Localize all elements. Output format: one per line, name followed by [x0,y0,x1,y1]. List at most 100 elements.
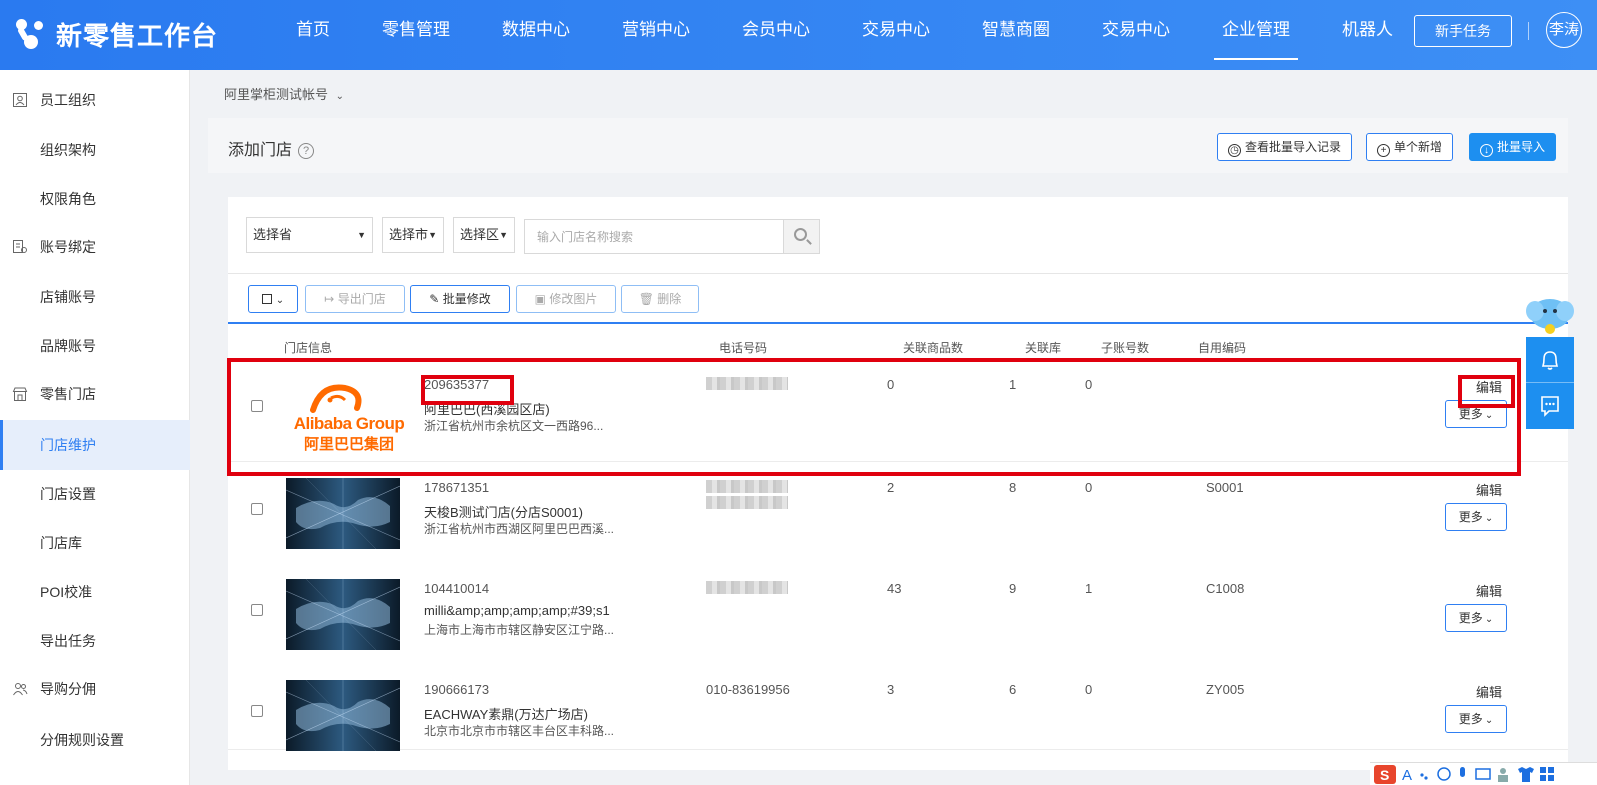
highlight-edit-box [1458,375,1515,408]
nav-item[interactable]: 数据中心 [494,0,578,70]
store-name[interactable]: EACHWAY素鼎(万达广场店) [424,704,588,723]
app-logo[interactable]: 新零售工作台 [14,16,218,52]
library-count: 9 [1009,581,1017,596]
col-header-library: 关联库 [1025,341,1062,355]
logo-icon [14,17,48,51]
world-map-image [286,680,400,751]
nav-item[interactable]: 营销中心 [614,0,698,70]
page-title-text: 添加门店 [228,142,293,159]
sidebar-item-poi[interactable]: POI校准 [0,567,190,617]
sidebar-group-staff[interactable]: 员工组织 [0,75,190,125]
sidebar-group-account[interactable]: 账号绑定 [0,222,190,272]
store-name[interactable]: milli&amp;amp;amp;amp;#39;s1 [424,603,610,618]
row-checkbox[interactable] [251,705,263,717]
sidebar-item-brand-account[interactable]: 品牌账号 [0,321,190,371]
batch-import-button[interactable]: ↓ 批量导入 [1469,133,1557,161]
main-nav: 首页 零售管理 数据中心 营销中心 会员中心 交易中心 智慧商圈 交易中心 企业管理 机器人 [270,0,1419,70]
province-select[interactable]: 选择省 ▼ [246,217,373,253]
user-avatar[interactable]: 李涛 [1546,12,1582,48]
store-image [286,579,400,650]
checkbox-icon [261,294,272,304]
sidebar-item-org[interactable]: 组织架构 [0,125,190,175]
sidebar-item-roles[interactable]: 权限角色 [0,174,190,224]
divider [228,273,1568,274]
col-header-sub-accounts: 子账号数 [1101,341,1150,355]
new-task-button[interactable]: 新手任务 [1414,15,1512,47]
nav-item[interactable]: 零售管理 [374,0,458,70]
sidebar-group-store[interactable]: 零售门店 [0,369,190,419]
sidebar-group-guide[interactable]: 导购分佣 [0,664,190,714]
account-switcher[interactable]: 阿里掌柜测试帐号 ⌄ [224,84,344,103]
edit-link[interactable]: 编辑 [1476,480,1502,499]
delete-button[interactable]: 🗑 删除 [621,285,699,313]
edit-link[interactable]: 编辑 [1476,581,1502,600]
nav-item[interactable]: 机器人 [1334,0,1401,70]
edit-icon: ✎ [429,292,443,306]
nav-item[interactable]: 智慧商圈 [974,0,1058,70]
more-dropdown[interactable]: 更多 ⌄ [1445,503,1507,531]
table-row: 178671351 天梭B测试门店(分店S0001) 浙江省杭州市西湖区阿里巴巴西溪… [228,463,1568,565]
sub-account-count: 1 [1085,581,1093,596]
more-dropdown[interactable]: 更多 ⌄ [1445,604,1507,632]
more-label: 更多 [1458,712,1483,726]
image-icon: ▣ [534,292,550,306]
sidebar-item-export-task[interactable]: 导出任务 [0,616,190,666]
sidebar-item-store-settings[interactable]: 门店设置 [0,469,190,519]
caret-down-icon: ▼ [357,230,366,240]
sidebar-group-label: 账号绑定 [40,239,96,255]
sidebar-item-store-maintain[interactable]: 门店维护 [0,420,190,470]
ime-icons[interactable]: S A [1370,763,1597,785]
store-phone: 010-83619956 [706,682,790,697]
plus-circle-icon: + [1377,144,1390,157]
sidebar-group-label: 零售门店 [40,386,96,402]
chevron-down-icon: ⌄ [1484,614,1494,625]
help-icon[interactable]: ? [298,143,315,159]
row-checkbox[interactable] [251,503,263,515]
account-bind-icon [13,240,27,253]
sidebar-item-shop-account[interactable]: 店铺账号 [0,272,190,322]
nav-item[interactable]: 交易中心 [854,0,938,70]
nav-item[interactable]: 首页 [288,0,338,70]
province-value: 选择省 [253,227,293,242]
export-store-button[interactable]: ↦ 导出门店 [305,285,405,313]
sidebar-item-store-library[interactable]: 门店库 [0,518,190,568]
store-search [524,219,820,254]
col-header-phone: 电话号码 [719,341,768,355]
notification-button[interactable] [1526,337,1574,383]
single-add-button[interactable]: + 单个新增 [1366,133,1454,161]
select-all-dropdown[interactable]: ⌄ [248,285,298,313]
row-checkbox[interactable] [251,604,263,616]
store-id: 178671351 [424,480,490,495]
message-button[interactable] [1526,383,1574,429]
person-card-icon [13,93,27,107]
phone-redacted [706,496,788,509]
import-history-label: 查看批量导入记录 [1245,140,1342,154]
custom-code: ZY005 [1206,682,1245,697]
store-image [286,478,400,549]
store-id: 190666173 [424,682,490,697]
batch-edit-button[interactable]: ✎ 批量修改 [410,285,510,313]
district-value: 选择区 [460,227,500,242]
sidebar-item-commission[interactable]: 分佣规则设置 [0,715,190,765]
import-history-button[interactable]: ◷ 查看批量导入记录 [1217,133,1353,161]
custom-code: C1008 [1206,581,1245,596]
store-search-input[interactable] [525,220,781,253]
svg-text:S: S [1380,767,1389,783]
nav-item[interactable]: 企业管理 [1214,0,1298,70]
more-dropdown[interactable]: 更多 ⌄ [1445,705,1507,733]
mascot-icon[interactable] [1523,296,1577,340]
search-button[interactable] [783,220,819,253]
edit-image-button[interactable]: ▣ 修改图片 [516,285,616,313]
edit-link[interactable]: 编辑 [1476,682,1502,701]
store-name[interactable]: 天梭B测试门店(分店S0001) [424,502,583,521]
goods-count: 43 [887,581,902,596]
nav-item[interactable]: 会员中心 [734,0,818,70]
chat-icon [1541,396,1559,417]
district-select[interactable]: 选择区 ▼ [453,217,515,253]
city-select[interactable]: 选择市 ▼ [382,217,444,253]
sidebar-group-label: 导购分佣 [40,681,96,697]
nav-item[interactable]: 交易中心 [1094,0,1178,70]
app-title: 新零售工作台 [56,20,219,51]
table-row: 190666173 EACHWAY素鼎(万达广场店) 北京市北京市市辖区丰台区丰科路… [228,665,1568,751]
export-store-label: 导出门店 [337,292,386,306]
